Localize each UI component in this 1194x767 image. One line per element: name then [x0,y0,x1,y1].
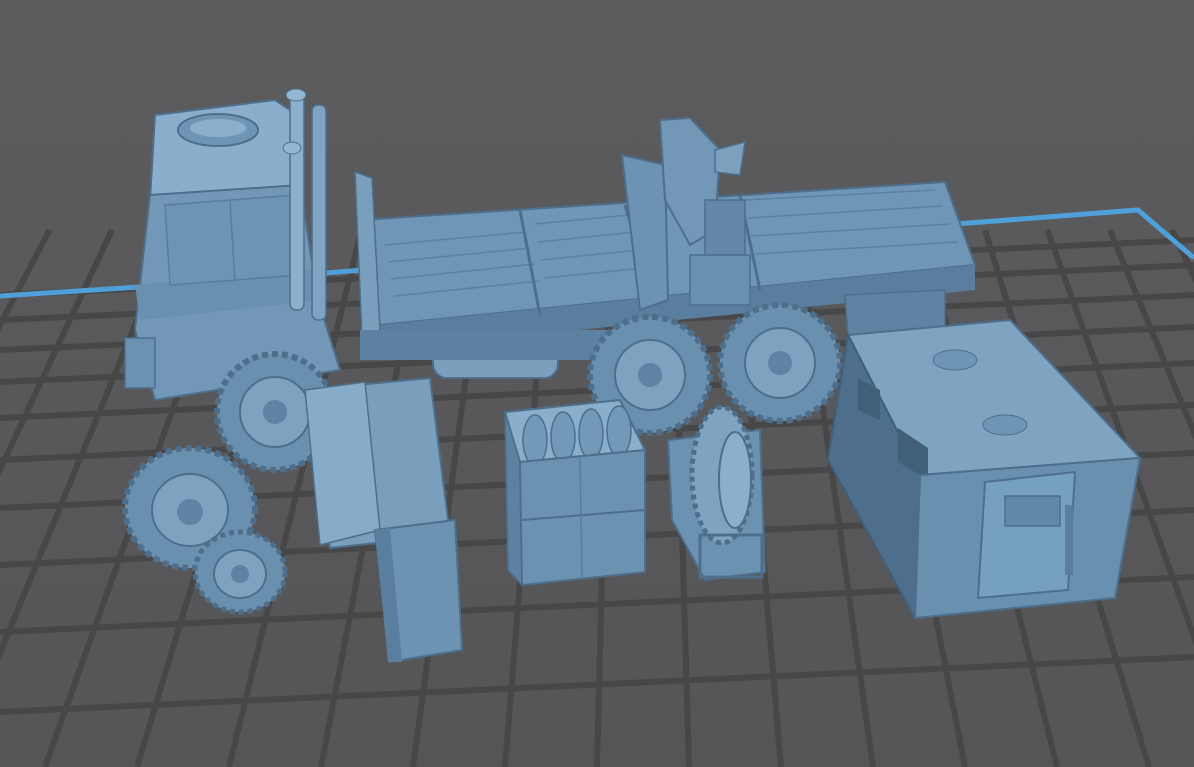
spare-wheel-small[interactable] [192,529,288,615]
tank-crate[interactable] [503,398,647,587]
3d-viewport[interactable] [0,0,1194,767]
truck-wheel-rear [717,302,843,424]
truck-exhaust-stacks [282,88,327,321]
scene [0,0,1194,767]
